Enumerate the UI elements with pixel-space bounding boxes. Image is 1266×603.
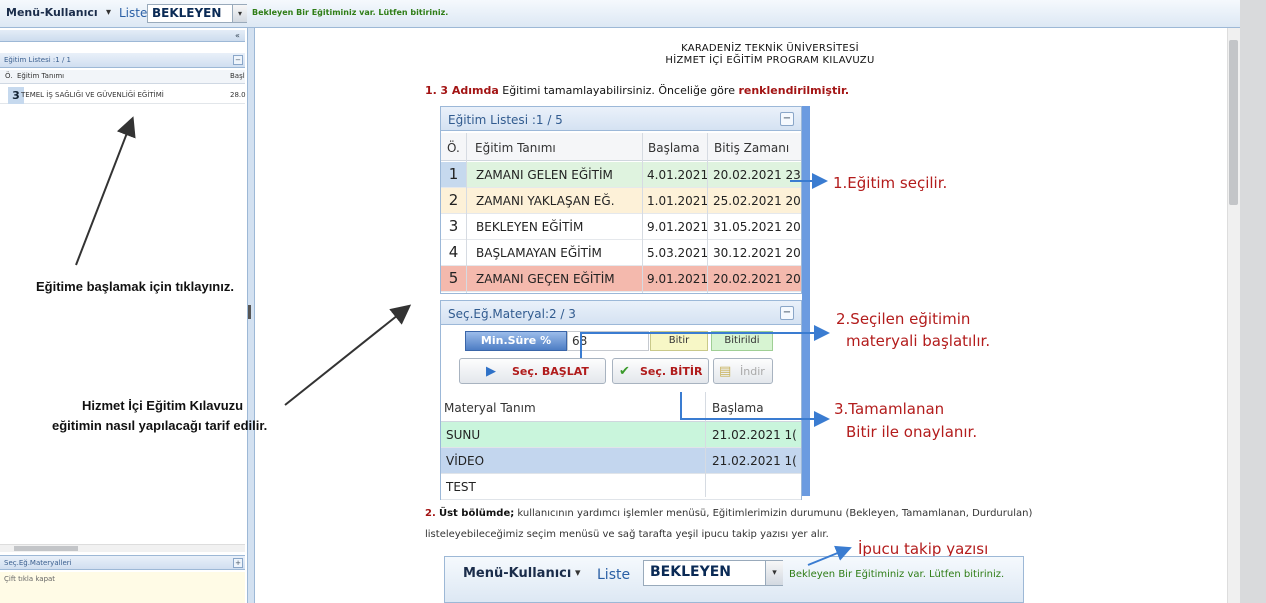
annotation-arrows bbox=[75, 116, 852, 566]
arrow-step2 bbox=[580, 325, 830, 358]
arrow-to-training-row bbox=[75, 116, 136, 266]
arrow-tip bbox=[807, 545, 852, 566]
arrow-to-guide bbox=[284, 304, 412, 406]
arrow-step3 bbox=[680, 392, 830, 427]
